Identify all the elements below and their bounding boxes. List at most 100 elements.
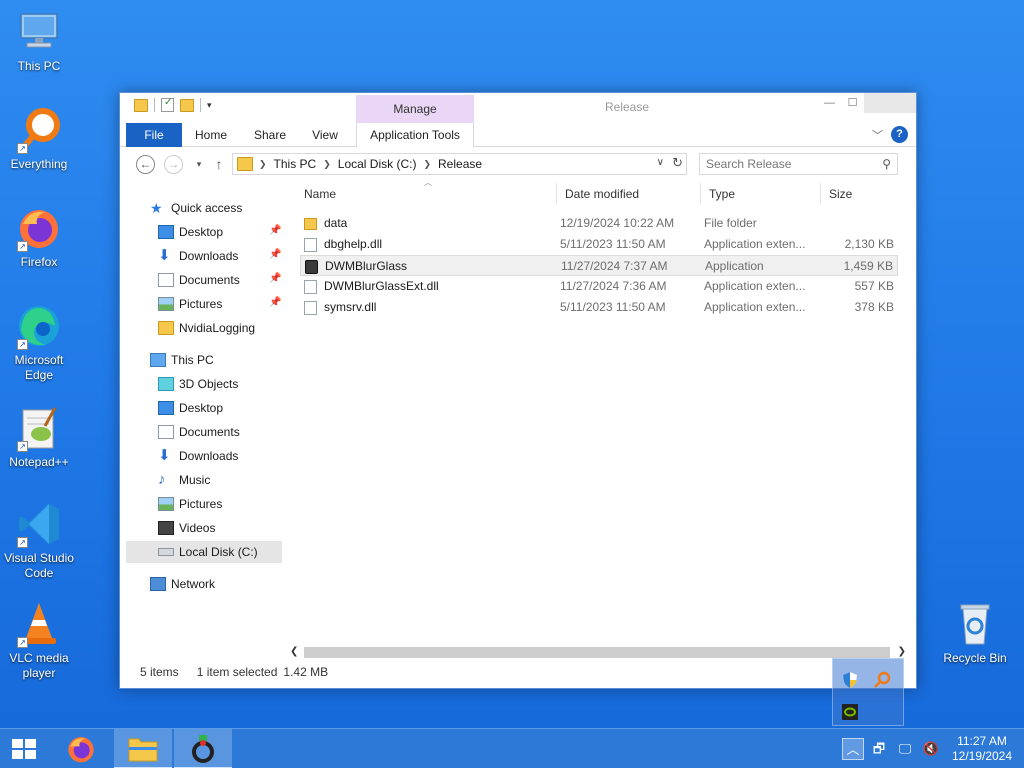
help-icon[interactable]: ? bbox=[891, 126, 908, 143]
network-icon bbox=[150, 577, 166, 591]
desktop-icon-firefox[interactable]: ↗ Firefox bbox=[0, 204, 78, 270]
dll-file-icon bbox=[304, 280, 317, 294]
file-name: data bbox=[324, 216, 348, 230]
desktop-icon-everything[interactable]: ↗ Everything bbox=[0, 106, 78, 172]
show-hidden-icons-button[interactable]: ︿ bbox=[842, 738, 864, 760]
nav-pictures[interactable]: Pictures bbox=[158, 493, 222, 515]
file-size: 1,459 KB bbox=[843, 259, 893, 273]
pin-icon[interactable]: 📌 bbox=[269, 225, 281, 236]
desktop-icon-vlc[interactable]: ↗ VLC media player bbox=[0, 600, 78, 681]
address-bar[interactable]: ❯ This PC ❯ Local Disk (C:) ❯ Release ∨ … bbox=[232, 153, 687, 175]
desktop-icon-recycle-bin[interactable]: Recycle Bin bbox=[936, 600, 1014, 666]
nav-label: This PC bbox=[171, 353, 214, 367]
file-row[interactable]: dbghelp.dll 5/11/2023 11:50 AM Applicati… bbox=[300, 234, 898, 255]
expand-ribbon-icon[interactable]: ﹀ bbox=[872, 127, 883, 143]
desktop-icon-vscode[interactable]: ↗ Visual Studio Code bbox=[0, 500, 78, 581]
desktop-icon-label: Everything bbox=[10, 157, 68, 171]
clock[interactable]: 11:27 AM 12/19/2024 bbox=[944, 734, 1020, 764]
new-folder-icon[interactable] bbox=[180, 98, 194, 112]
column-divider[interactable] bbox=[820, 183, 821, 205]
start-button[interactable] bbox=[0, 729, 48, 768]
maximize-button[interactable]: ☐ bbox=[841, 93, 864, 115]
refresh-icon[interactable]: ↻ bbox=[672, 155, 683, 171]
breadcrumb-this-pc[interactable]: This PC bbox=[274, 157, 317, 171]
scrollbar-thumb[interactable] bbox=[304, 647, 890, 658]
column-header-date[interactable]: Date modified bbox=[565, 183, 639, 205]
up-button[interactable]: ↑ bbox=[208, 154, 230, 176]
scroll-left-icon[interactable]: ❮ bbox=[290, 644, 298, 660]
volume-muted-icon[interactable]: 🔇 bbox=[920, 738, 942, 760]
ribbon-right-controls: ﹀ ? bbox=[872, 126, 908, 143]
search-input[interactable]: Search Release ⚲ bbox=[699, 153, 898, 175]
pin-icon[interactable]: 📌 bbox=[269, 249, 281, 260]
vscode-icon: ↗ bbox=[15, 500, 63, 548]
clock-date: 12/19/2024 bbox=[951, 749, 1013, 763]
chevron-right-icon[interactable]: ❯ bbox=[259, 159, 267, 170]
nav-desktop[interactable]: Desktop bbox=[158, 397, 223, 419]
taskbar-file-explorer[interactable] bbox=[114, 729, 172, 768]
file-row-selected[interactable]: DWMBlurGlass 11/27/2024 7:37 AM Applicat… bbox=[300, 255, 898, 276]
security-shield-icon[interactable] bbox=[841, 671, 859, 689]
notification-feed-icon[interactable]: 🗗 bbox=[868, 738, 890, 760]
horizontal-scrollbar[interactable]: ❮ ❯ bbox=[288, 644, 908, 660]
search-icon[interactable]: ⚲ bbox=[882, 154, 891, 174]
nav-this-pc[interactable]: This PC bbox=[150, 349, 214, 371]
tab-manage[interactable]: Manage bbox=[356, 95, 474, 123]
taskbar-firefox[interactable] bbox=[52, 729, 110, 768]
taskbar: ︿ 🗗 🖵 🔇 11:27 AM 12/19/2024 bbox=[0, 728, 1024, 768]
file-size: 2,130 KB bbox=[844, 237, 894, 251]
nav-downloads[interactable]: ⬇ Downloads bbox=[158, 445, 238, 467]
file-type: Application exten... bbox=[704, 300, 806, 314]
column-divider[interactable] bbox=[556, 183, 557, 205]
file-row[interactable]: symsrv.dll 5/11/2023 11:50 AM Applicatio… bbox=[300, 297, 898, 318]
pin-icon[interactable]: 📌 bbox=[269, 297, 281, 308]
tab-view[interactable]: View bbox=[306, 123, 344, 147]
tab-share[interactable]: Share bbox=[248, 123, 292, 147]
properties-icon[interactable] bbox=[161, 97, 174, 112]
nav-videos[interactable]: Videos bbox=[158, 517, 215, 539]
nav-music[interactable]: ♪ Music bbox=[158, 469, 210, 491]
pin-icon[interactable]: 📌 bbox=[269, 273, 281, 284]
breadcrumb-release[interactable]: Release bbox=[438, 157, 482, 171]
tab-file[interactable]: File bbox=[126, 123, 182, 147]
file-row[interactable]: data 12/19/2024 10:22 AM File folder bbox=[300, 213, 898, 234]
nav-quick-documents[interactable]: Documents bbox=[158, 269, 240, 291]
tab-home[interactable]: Home bbox=[190, 123, 232, 147]
column-header-type[interactable]: Type bbox=[709, 183, 735, 205]
recent-locations-icon[interactable]: ▾ bbox=[188, 154, 210, 176]
desktop-icon-edge[interactable]: ↗ Microsoft Edge bbox=[0, 302, 78, 383]
column-header-name[interactable]: Name bbox=[304, 183, 336, 205]
network-icon[interactable]: 🖵 bbox=[894, 738, 916, 760]
column-header-size[interactable]: Size bbox=[829, 183, 852, 205]
desktop-icon-notepadpp[interactable]: ↗ Notepad++ bbox=[0, 404, 78, 470]
nav-label: 3D Objects bbox=[179, 377, 239, 391]
nav-network[interactable]: Network bbox=[150, 573, 215, 595]
breadcrumb-local-disk[interactable]: Local Disk (C:) bbox=[338, 157, 417, 171]
forward-button[interactable]: → bbox=[164, 155, 183, 174]
back-button[interactable]: ← bbox=[136, 155, 155, 174]
nav-quick-downloads[interactable]: ⬇ Downloads bbox=[158, 245, 238, 267]
nvidia-tray-icon[interactable] bbox=[841, 703, 859, 721]
desktop-icon-label: Recycle Bin bbox=[943, 651, 1007, 665]
customize-qat-dropdown-icon[interactable]: ▾ bbox=[207, 100, 212, 111]
nav-documents[interactable]: Documents bbox=[158, 421, 240, 443]
nav-3d-objects[interactable]: 3D Objects bbox=[158, 373, 238, 395]
taskbar-app-dwmblurglass[interactable] bbox=[174, 729, 232, 768]
chevron-right-icon[interactable]: ❯ bbox=[323, 159, 331, 170]
chevron-down-icon[interactable]: ∨ bbox=[657, 157, 664, 168]
sort-ascending-icon: ︿ bbox=[424, 178, 432, 187]
desktop-icon-this-pc[interactable]: This PC bbox=[0, 8, 78, 74]
nav-quick-desktop[interactable]: Desktop bbox=[158, 221, 223, 243]
tab-application-tools[interactable]: Application Tools bbox=[356, 123, 474, 147]
nav-local-disk[interactable]: Local Disk (C:) bbox=[126, 541, 282, 563]
close-button[interactable] bbox=[864, 93, 916, 113]
nav-label: Music bbox=[179, 473, 211, 487]
minimize-button[interactable]: — bbox=[818, 93, 841, 115]
nav-quick-nvidialogging[interactable]: NvidiaLogging bbox=[158, 317, 255, 339]
everything-tray-icon[interactable] bbox=[873, 671, 891, 689]
file-row[interactable]: DWMBlurGlassExt.dll 11/27/2024 7:36 AM A… bbox=[300, 276, 898, 297]
column-divider[interactable] bbox=[700, 183, 701, 205]
nav-quick-access[interactable]: ★ Quick access bbox=[150, 197, 242, 219]
nav-quick-pictures[interactable]: Pictures bbox=[158, 293, 222, 315]
chevron-right-icon[interactable]: ❯ bbox=[423, 159, 431, 170]
